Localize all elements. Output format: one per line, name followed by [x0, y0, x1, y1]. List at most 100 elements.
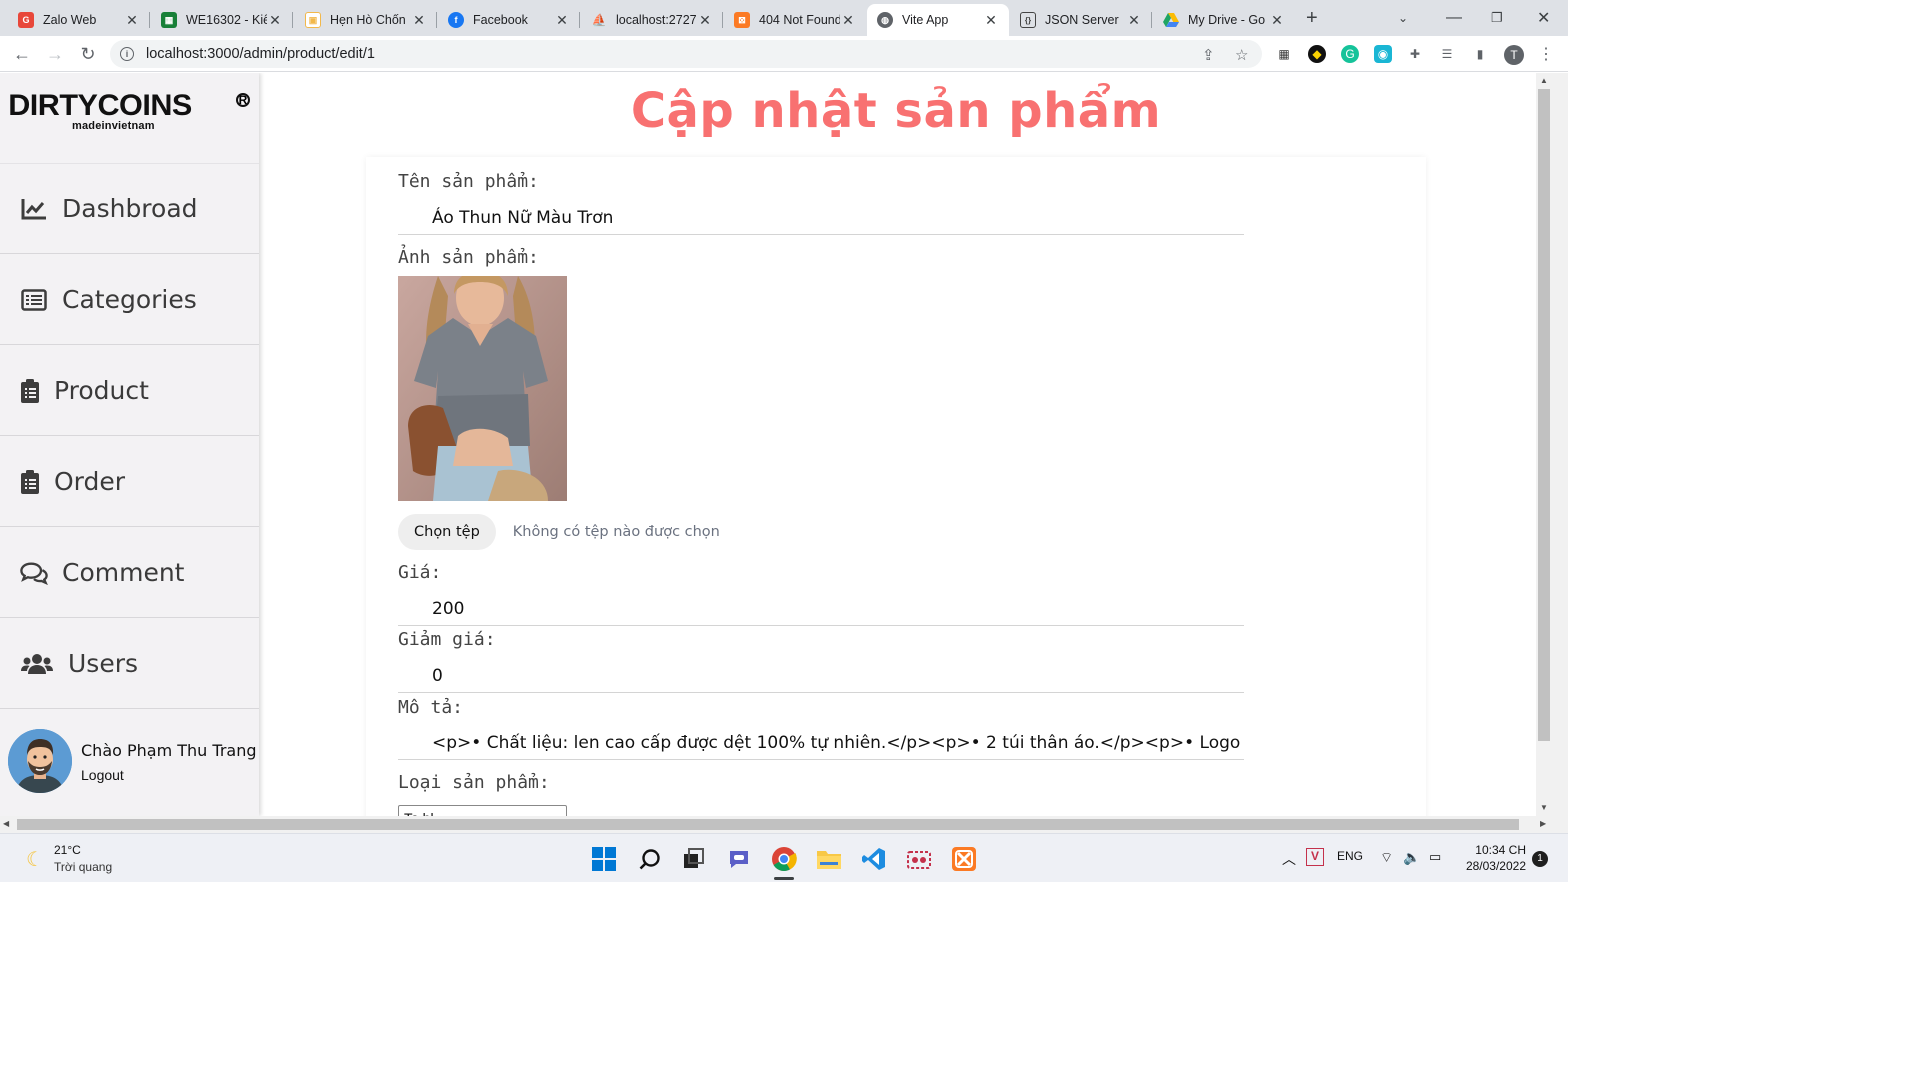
browser-menu-icon[interactable]: ⋮ — [1537, 45, 1555, 63]
horizontal-scrollbar[interactable]: ◀ ▶ — [0, 816, 1552, 833]
close-tab-icon[interactable]: ✕ — [1269, 12, 1285, 29]
tray-overflow-chevron-icon[interactable]: ︿ — [1282, 849, 1296, 869]
profile-avatar[interactable]: T — [1504, 45, 1524, 65]
system-clock[interactable]: 10:34 CH 28/03/2022 — [1450, 842, 1526, 874]
tab-hen-ho[interactable]: ▣ Hẹn Hò Chốn ✕ — [295, 4, 437, 36]
extensions-puzzle-icon[interactable]: ✚ — [1406, 45, 1424, 63]
reading-list-icon[interactable]: ☰ — [1438, 45, 1456, 63]
phpmyadmin-icon: ⛵ — [591, 13, 607, 27]
notification-badge[interactable]: 1 — [1532, 851, 1548, 867]
grammarly-extension-icon[interactable]: G — [1341, 45, 1359, 63]
sidebar-item-users[interactable]: Users — [0, 619, 259, 709]
tab-we16302[interactable]: ▦ WE16302 - Kiể ✕ — [151, 4, 293, 36]
chart-line-icon — [20, 195, 48, 223]
zalo-icon: G — [18, 12, 34, 28]
bookmark-star-icon[interactable]: ☆ — [1235, 46, 1248, 64]
close-tab-icon[interactable]: ✕ — [554, 12, 570, 29]
choose-file-button[interactable]: Chọn tệp — [398, 514, 496, 550]
scroll-right-icon[interactable]: ▶ — [1540, 819, 1546, 828]
share-icon[interactable]: ⇪ — [1202, 46, 1215, 64]
tab-strip: G Zalo Web ✕ ▦ WE16302 - Kiể ✕ ▣ Hẹn Hò … — [0, 0, 1568, 36]
language-indicator[interactable]: ENG — [1337, 849, 1363, 863]
tab-search-chevron-icon[interactable]: ⌄ — [1398, 0, 1408, 36]
notion-extension-icon[interactable]: ◆ — [1308, 45, 1326, 63]
url-bar[interactable]: i localhost:3000/admin/product/edit/1 — [110, 40, 1262, 68]
calendar-icon: ▣ — [305, 12, 321, 28]
tab-facebook[interactable]: f Facebook ✕ — [438, 4, 580, 36]
weather-status[interactable]: Trời quang — [54, 860, 112, 874]
site-info-icon[interactable]: i — [120, 47, 134, 61]
vertical-scrollbar[interactable]: ▲ ▼ — [1536, 73, 1552, 816]
close-tab-icon[interactable]: ✕ — [124, 12, 140, 29]
teams-chat-icon[interactable] — [726, 846, 752, 872]
close-window-button[interactable]: ✕ — [1537, 0, 1550, 36]
new-tab-button[interactable]: + — [1306, 0, 1318, 36]
close-tab-icon[interactable]: ✕ — [1126, 12, 1142, 29]
windows-taskbar: ☾ 21°C Trời quang ︿ V ENG ⌔ 🔈 ▭ 10:34 CH… — [0, 833, 1568, 882]
brand-logo[interactable]: DIRTYCOINS R madeinvietnam — [8, 91, 250, 132]
sidebar-item-product[interactable]: Product — [0, 346, 259, 436]
product-image — [398, 276, 567, 501]
avatar — [8, 729, 72, 793]
active-app-indicator — [774, 877, 794, 880]
tab-vite-app[interactable]: ◍ Vite App ✕ — [867, 4, 1009, 36]
xampp-taskbar-icon[interactable] — [951, 846, 977, 872]
horizontal-scroll-thumb[interactable] — [17, 819, 1519, 830]
price-input[interactable]: 200 — [398, 590, 1244, 626]
facebook-icon: f — [448, 12, 464, 28]
close-tab-icon[interactable]: ✕ — [840, 12, 856, 29]
scroll-up-icon[interactable]: ▲ — [1536, 73, 1552, 89]
product-edit-form: Tên sản phẩm: Áo Thun Nữ Màu Trơn Ảnh sả… — [366, 157, 1426, 816]
weather-moon-icon[interactable]: ☾ — [22, 846, 48, 872]
weather-temp[interactable]: 21°C — [54, 843, 81, 857]
tab-localhost-2727[interactable]: ⛵ localhost:2727 ✕ — [581, 4, 723, 36]
comments-icon — [20, 559, 48, 587]
vscode-icon[interactable] — [861, 846, 887, 872]
list-icon — [20, 286, 48, 314]
search-icon[interactable] — [637, 846, 663, 872]
file-status-text: Không có tệp nào được chọn — [512, 524, 720, 540]
snipping-tool-icon[interactable] — [906, 846, 932, 872]
scroll-down-icon[interactable]: ▼ — [1536, 800, 1552, 816]
tab-my-drive[interactable]: My Drive - Go ✕ — [1153, 4, 1295, 36]
restore-button[interactable]: ❐ — [1491, 0, 1503, 36]
side-panel-icon[interactable]: ▮ — [1471, 45, 1489, 63]
close-tab-icon[interactable]: ✕ — [411, 12, 427, 29]
file-upload-row: Chọn tệp Không có tệp nào được chọn — [398, 514, 720, 550]
file-explorer-icon[interactable] — [816, 846, 842, 872]
discount-input[interactable]: 0 — [398, 657, 1244, 693]
chrome-icon[interactable] — [771, 846, 797, 872]
sidebar-item-categories[interactable]: Categories — [0, 255, 259, 345]
tab-404[interactable]: ⊠ 404 Not Found ✕ — [724, 4, 866, 36]
sidebar-item-comment[interactable]: Comment — [0, 528, 259, 618]
forward-arrow-icon[interactable]: → — [43, 42, 67, 66]
task-view-icon[interactable] — [681, 846, 707, 872]
sidebar-item-order[interactable]: Order — [0, 437, 259, 527]
tab-json-server[interactable]: {} JSON Server ✕ — [1010, 4, 1152, 36]
globe-icon: ◍ — [877, 12, 893, 28]
close-tab-icon[interactable]: ✕ — [983, 12, 999, 29]
close-tab-icon[interactable]: ✕ — [697, 12, 713, 29]
product-name-input[interactable]: Áo Thun Nữ Màu Trơn — [398, 199, 1244, 235]
qr-extension-icon[interactable]: ▦ — [1275, 45, 1293, 63]
clipboard-icon — [20, 468, 40, 496]
back-arrow-icon[interactable]: ← — [10, 42, 34, 66]
description-input[interactable]: <p>• Chất liệu: len cao cấp được dệt 100… — [398, 724, 1244, 760]
minimize-button[interactable]: — — [1446, 0, 1462, 36]
tab-zalo[interactable]: G Zalo Web ✕ — [8, 4, 150, 36]
volume-icon[interactable]: 🔈 — [1403, 849, 1420, 866]
address-bar-row: ← → ↻ i localhost:3000/admin/product/edi… — [0, 36, 1568, 72]
user-panel: Chào Phạm Thu Trang Logout — [0, 709, 259, 816]
sidebar-item-dashboard[interactable]: Dashbroad — [0, 164, 259, 254]
logout-link[interactable]: Logout — [81, 767, 124, 783]
battery-icon[interactable]: ▭ — [1429, 849, 1441, 865]
vertical-scroll-thumb[interactable] — [1538, 89, 1550, 741]
reload-icon[interactable]: ↻ — [76, 42, 100, 66]
screen-capture-extension-icon[interactable]: ◉ — [1374, 45, 1392, 63]
category-select[interactable]: Ta bl... — [398, 805, 567, 816]
scroll-left-icon[interactable]: ◀ — [3, 819, 9, 828]
wifi-icon[interactable]: ⌔ — [1380, 849, 1393, 867]
close-tab-icon[interactable]: ✕ — [267, 12, 283, 29]
windows-start-icon[interactable] — [591, 846, 617, 872]
vivaldi-tray-icon[interactable]: V — [1306, 848, 1324, 866]
